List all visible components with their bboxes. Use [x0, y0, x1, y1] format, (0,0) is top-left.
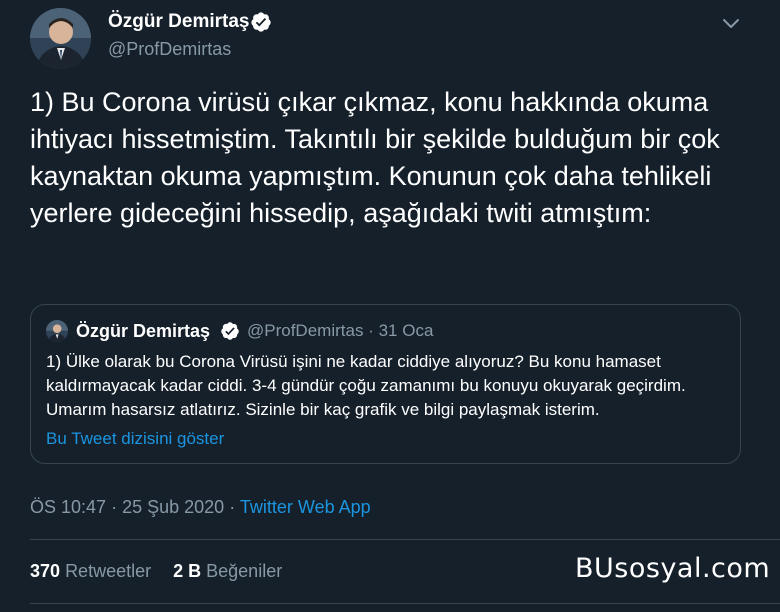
divider: [30, 539, 780, 540]
quoted-tweet[interactable]: Özgür Demirtaş @ProfDemirtas · 31 Oca 1)…: [30, 304, 741, 464]
tweet-text: 1) Bu Corona virüsü çıkar çıkmaz, konu h…: [30, 87, 720, 228]
tweet-date[interactable]: 25 Şub 2020: [122, 497, 224, 517]
author-avatar[interactable]: [30, 8, 91, 69]
likes-stat[interactable]: 2 B Beğeniler: [173, 561, 282, 581]
show-thread-link[interactable]: Bu Tweet dizisini göster: [46, 429, 224, 449]
quoted-meta: @ProfDemirtas · 31 Oca: [247, 321, 433, 341]
divider: [30, 603, 780, 604]
quoted-date: 31 Oca: [378, 321, 434, 340]
meta-separator: ·: [368, 321, 374, 340]
author-name[interactable]: Özgür Demirtaş: [108, 11, 249, 33]
quoted-author-name: Özgür Demirtaş: [76, 321, 211, 341]
quoted-tweet-text: 1) Ülke olarak bu Corona Virüsü işini ne…: [46, 352, 686, 419]
quoted-author-handle: @ProfDemirtas: [247, 321, 364, 340]
retweets-stat[interactable]: 370 Retweetler: [30, 561, 151, 581]
engagement-stats: 370 Retweetler 2 B Beğeniler: [30, 561, 282, 582]
tweet-source-link[interactable]: Twitter Web App: [240, 497, 371, 517]
retweets-count: 370: [30, 561, 61, 581]
watermark-text: BUsosyal.com: [575, 553, 771, 584]
author-handle[interactable]: @ProfDemirtas: [108, 39, 231, 60]
quoted-author-avatar: [46, 320, 68, 342]
verified-badge-icon: [221, 322, 239, 340]
chevron-down-icon[interactable]: [721, 13, 741, 33]
meta-separator: ·: [111, 497, 118, 517]
meta-separator: ·: [229, 497, 236, 517]
tweet-timestamp: ÖS 10:47 · 25 Şub 2020 · Twitter Web App: [30, 497, 371, 518]
verified-badge-icon: [251, 12, 271, 32]
tweet-time[interactable]: ÖS 10:47: [30, 497, 106, 517]
retweets-label: Retweetler: [65, 561, 152, 581]
likes-label: Beğeniler: [206, 561, 283, 581]
likes-count: 2 B: [173, 561, 202, 581]
tweet-detail: Özgür Demirtaş @ProfDemirtas 1) Bu Coron…: [0, 0, 780, 612]
